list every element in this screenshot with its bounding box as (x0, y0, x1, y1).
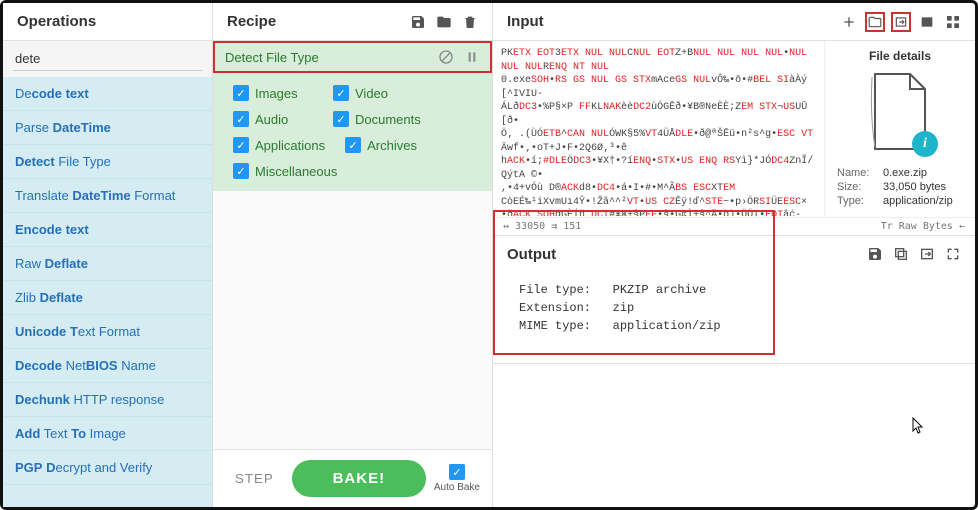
operation-item[interactable]: Raw Deflate (3, 247, 212, 281)
pause-icon[interactable] (464, 49, 480, 65)
file-type-label: Type: (837, 195, 877, 207)
check-icon: ✓ (333, 85, 349, 101)
check-icon: ✓ (345, 137, 361, 153)
recipe-checkbox[interactable]: ✓ Audio (233, 111, 313, 127)
checkbox-label: Documents (355, 112, 421, 127)
checkbox-label: Audio (255, 112, 288, 127)
operation-item[interactable]: Parse DateTime (3, 111, 212, 145)
operation-item[interactable]: Add Text To Image (3, 417, 212, 451)
recipe-op-tools (438, 49, 480, 65)
input-area: Input PKETX EOT3ETX NUL NULCNUL EOTZ+BNU… (493, 3, 975, 236)
file-name-value: 0.exe.zip (883, 167, 927, 179)
copy-icon[interactable] (893, 246, 909, 262)
operation-item[interactable]: Decode NetBIOS Name (3, 349, 212, 383)
recipe-op-checkboxes: ✓ Images ✓ Video ✓ Audio ✓ Documents ✓ Applicatio… (213, 73, 492, 179)
clear-icon[interactable] (919, 14, 935, 30)
file-name-label: Name: (837, 167, 877, 179)
folder-icon[interactable] (436, 14, 452, 30)
file-meta: Name: 0.exe.zip Size: 33,050 bytes Type: ap… (833, 167, 967, 207)
io-panel: Input PKETX EOT3ETX NUL NULCNUL EOTZ+BNU… (493, 3, 975, 507)
input-header: Input (493, 3, 975, 41)
autobake-label: Auto Bake (434, 482, 480, 493)
step-button[interactable]: STEP (225, 463, 284, 494)
save-icon[interactable] (410, 14, 426, 30)
recipe-op-header[interactable]: Detect File Type (213, 41, 492, 73)
disable-icon[interactable] (438, 49, 454, 65)
check-icon: ✓ (233, 137, 249, 153)
operations-panel: Operations Decode textParse DateTimeDete… (3, 3, 213, 507)
recipe-body: Detect File Type ✓ Images ✓ Video ✓ Audio ✓ Doc… (213, 41, 492, 449)
autobake-toggle[interactable]: ✓ Auto Bake (434, 464, 480, 493)
search-input[interactable] (13, 47, 202, 71)
checkbox-label: Applications (255, 138, 325, 153)
checkbox-label: Video (355, 86, 388, 101)
operation-item[interactable]: Detect File Type (3, 145, 212, 179)
recipe-operation: Detect File Type ✓ Images ✓ Video ✓ Audio ✓ Doc… (213, 41, 492, 191)
check-icon: ✓ (333, 111, 349, 127)
recipe-header: Recipe (213, 3, 492, 41)
recipe-title: Recipe (227, 13, 276, 30)
output-area: Output File type: PKZIP archive Extensio… (493, 236, 975, 507)
operation-item[interactable]: Dechunk HTTP response (3, 383, 212, 417)
input-title: Input (507, 13, 544, 30)
file-type-value: application/zip (883, 195, 953, 207)
input-tools (841, 14, 961, 30)
output-tools (867, 246, 961, 262)
check-icon: ✓ (233, 163, 249, 179)
recipe-op-title: Detect File Type (225, 50, 319, 65)
operations-header: Operations (3, 3, 212, 41)
operation-item[interactable]: Decode text (3, 77, 212, 111)
file-size-label: Size: (837, 181, 877, 193)
cursor-icon (912, 417, 926, 438)
check-icon: ✓ (233, 85, 249, 101)
file-details-panel: File details i Name: 0.exe.zip Size: 33,05… (825, 41, 975, 217)
input-hexdump[interactable]: PKETX EOT3ETX NUL NULCNUL EOTZ+BNUL NUL … (493, 41, 825, 216)
checkbox-label: Archives (367, 138, 417, 153)
open-file-icon[interactable] (893, 14, 909, 30)
file-details-title: File details (833, 49, 967, 63)
recipe-checkbox[interactable]: ✓ Applications (233, 137, 325, 153)
recipe-panel: Recipe Detect File Type ✓ Images ✓ Video ✓ Au… (213, 3, 493, 507)
operations-search (3, 41, 212, 77)
status-right[interactable]: Tr Raw Bytes ← (881, 221, 965, 232)
maximize-icon[interactable] (945, 246, 961, 262)
output-header: Output File type: PKZIP archive Extensio… (493, 236, 975, 364)
recipe-checkbox[interactable]: ✓ Archives (345, 137, 425, 153)
operation-item[interactable]: Translate DateTime Format (3, 179, 212, 213)
operation-item[interactable]: Zlib Deflate (3, 281, 212, 315)
output-body: File type: PKZIP archive Extension: zip … (507, 273, 733, 343)
file-icon: i (860, 69, 940, 159)
recipe-footer: STEP BAKE! ✓ Auto Bake (213, 449, 492, 507)
output-highlight-box: Output File type: PKZIP archive Extensio… (495, 212, 773, 353)
trash-icon[interactable] (462, 14, 478, 30)
input-main: Input PKETX EOT3ETX NUL NULCNUL EOTZ+BNU… (493, 3, 975, 235)
recipe-checkbox[interactable]: ✓ Images (233, 85, 313, 101)
open-folder-icon[interactable] (867, 14, 883, 30)
operation-item[interactable]: Encode text (3, 213, 212, 247)
save-output-icon[interactable] (867, 246, 883, 262)
operations-title: Operations (17, 13, 96, 30)
recipe-checkbox[interactable]: ✓ Video (333, 85, 413, 101)
replace-input-icon[interactable] (919, 246, 935, 262)
recipe-checkbox[interactable]: ✓ Miscellaneous (233, 163, 337, 179)
input-body: PKETX EOT3ETX NUL NULCNUL EOTZ+BNUL NUL … (493, 41, 975, 217)
check-icon: ✓ (233, 111, 249, 127)
checkbox-label: Miscellaneous (255, 164, 337, 179)
grid-icon[interactable] (945, 14, 961, 30)
info-icon[interactable]: i (912, 131, 938, 157)
output-title: Output (507, 246, 733, 263)
recipe-checkbox[interactable]: ✓ Documents (333, 111, 421, 127)
operation-item[interactable]: Unicode Text Format (3, 315, 212, 349)
checkbox-label: Images (255, 86, 298, 101)
file-size-value: 33,050 bytes (883, 181, 946, 193)
app-root: Operations Decode textParse DateTimeDete… (0, 0, 978, 510)
bake-button[interactable]: BAKE! (292, 460, 426, 497)
operation-item[interactable]: PGP Decrypt and Verify (3, 451, 212, 485)
recipe-tools (410, 14, 478, 30)
check-icon: ✓ (449, 464, 465, 480)
add-icon[interactable] (841, 14, 857, 30)
operations-list: Decode textParse DateTimeDetect File Typ… (3, 77, 212, 507)
